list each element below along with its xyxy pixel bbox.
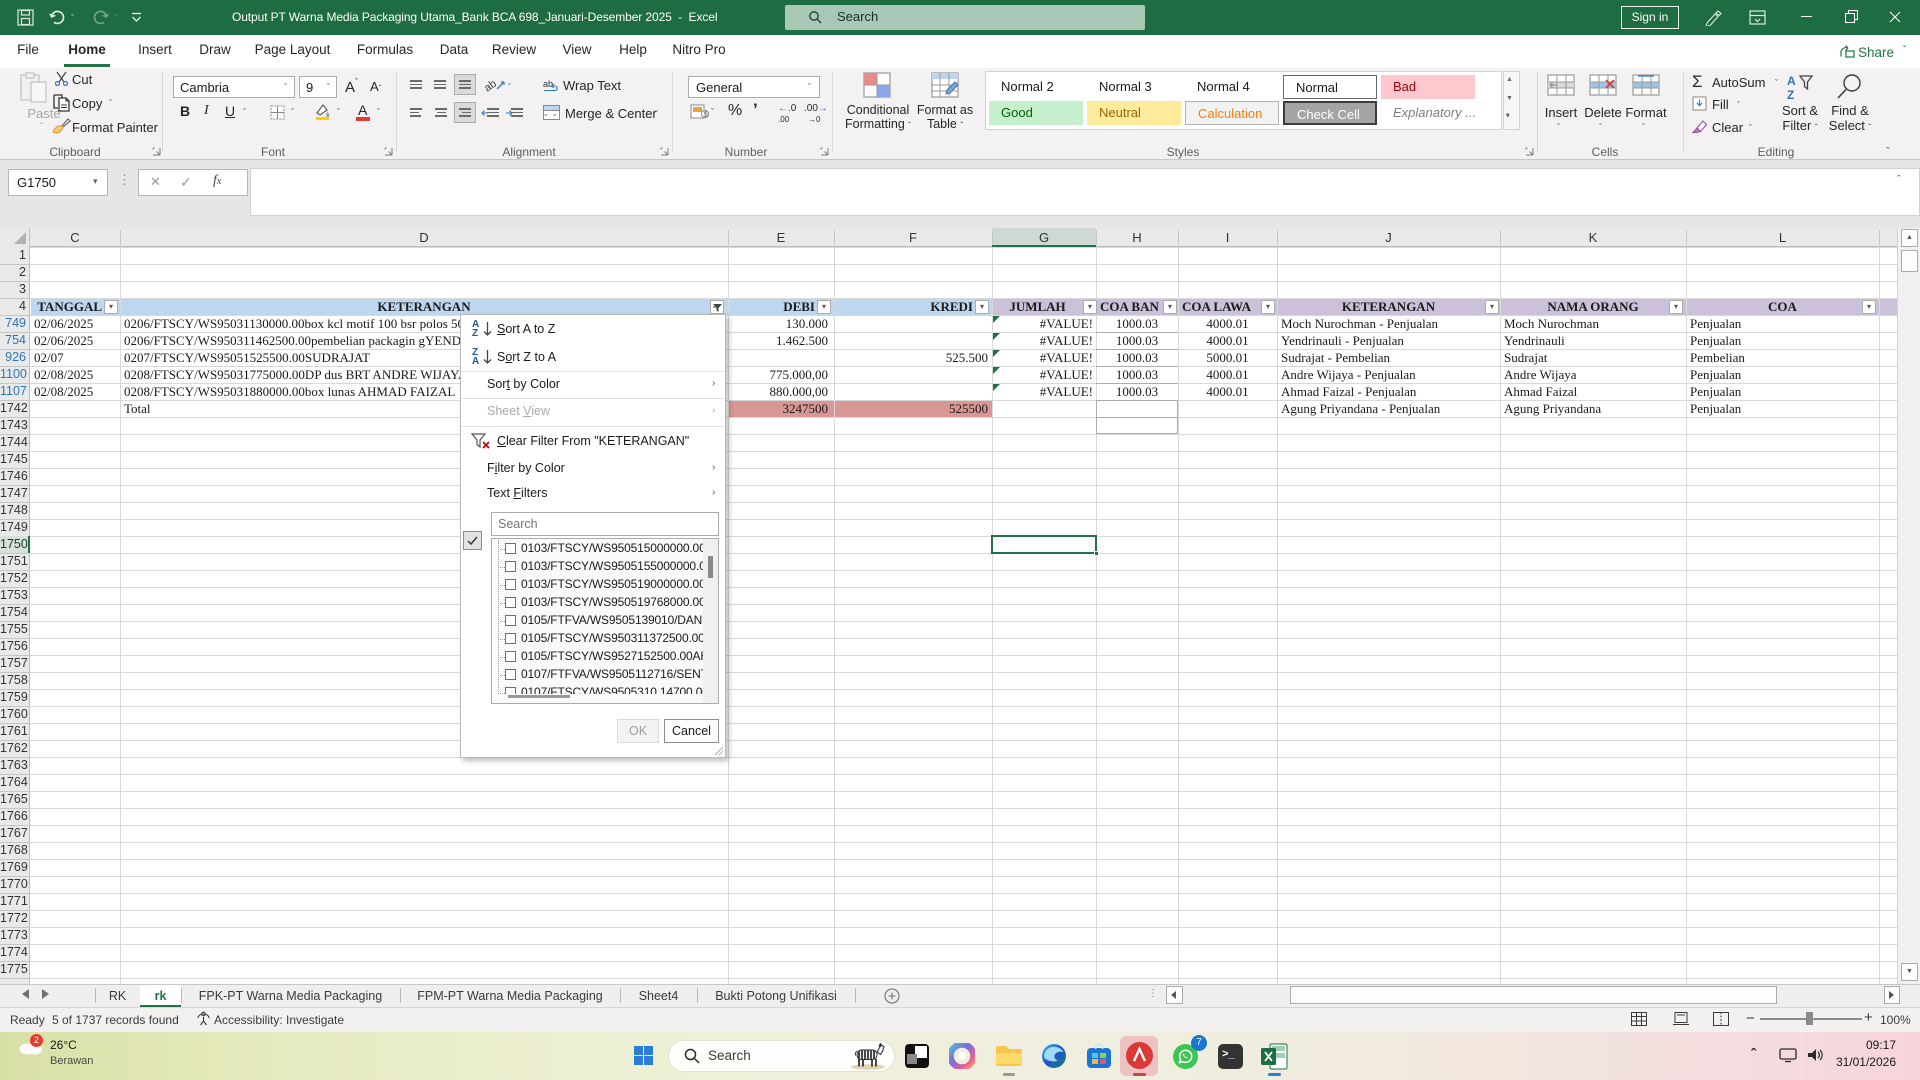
- svg-text:A: A: [1787, 74, 1796, 88]
- svg-text:Z: Z: [1787, 88, 1794, 102]
- svg-text:$: $: [704, 111, 708, 118]
- svg-text:ab: ab: [485, 78, 499, 93]
- svg-text:ab: ab: [543, 79, 553, 89]
